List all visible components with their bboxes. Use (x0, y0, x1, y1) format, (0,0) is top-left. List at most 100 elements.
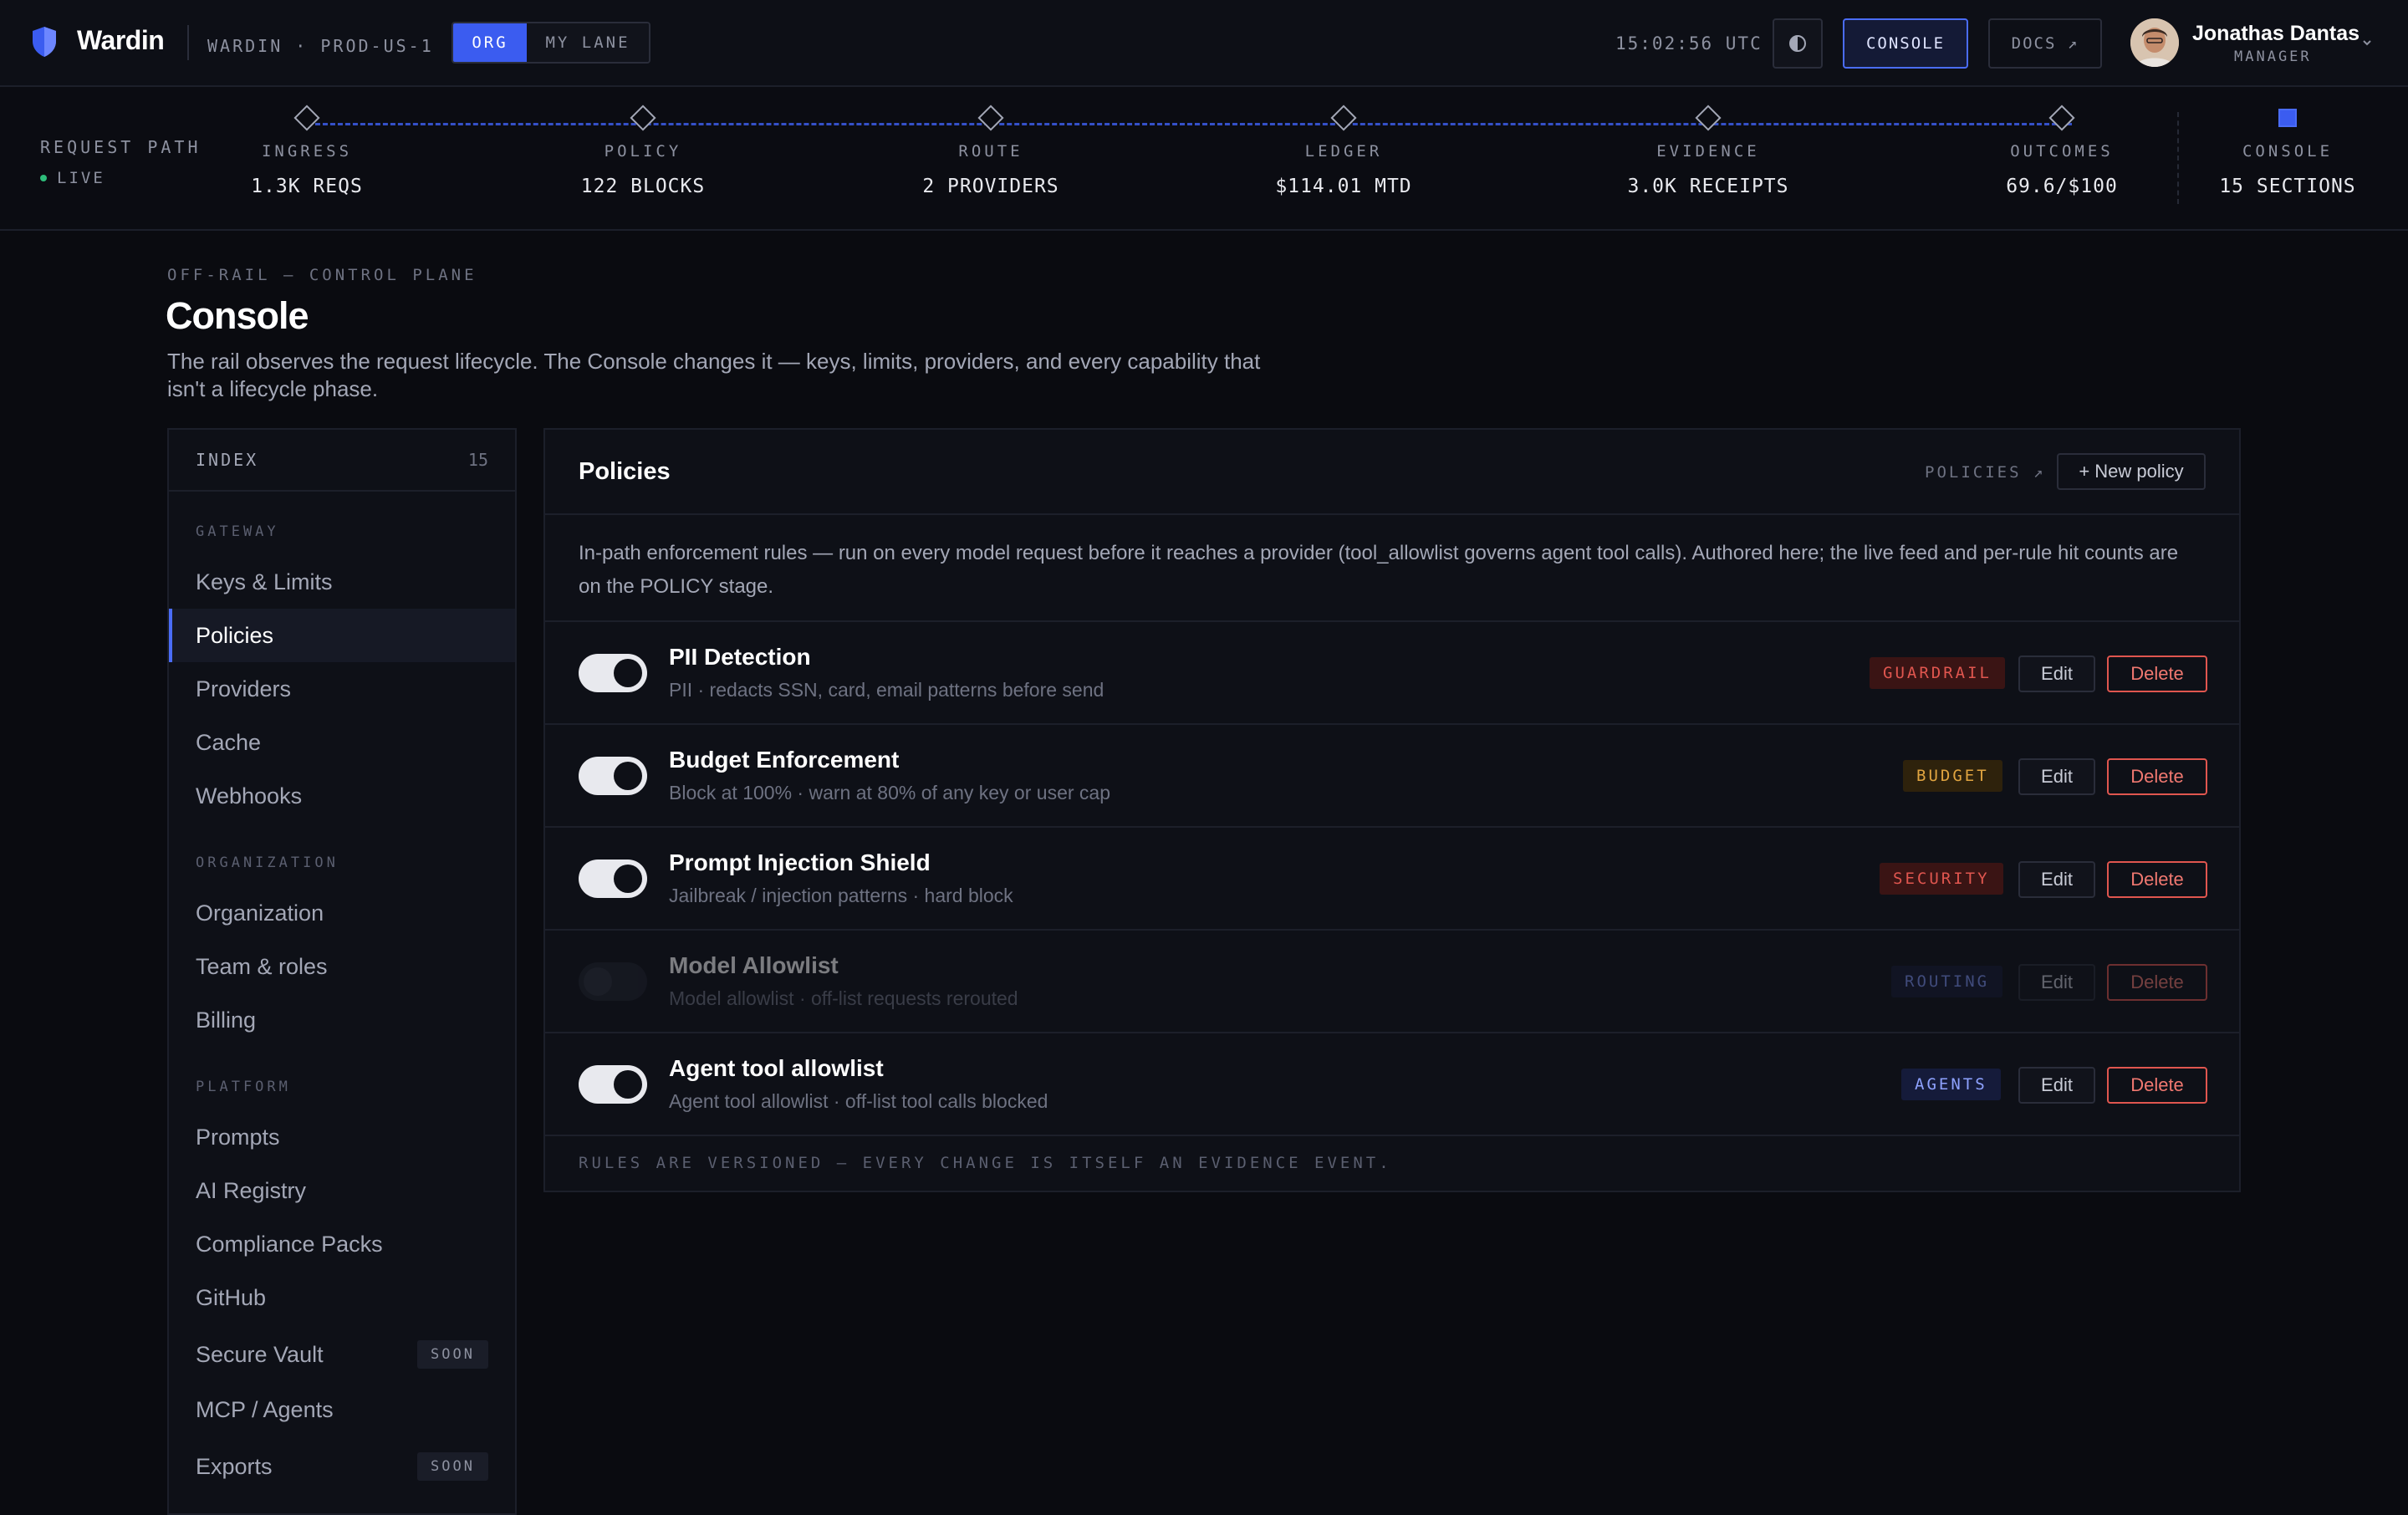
sidebar-item-label: Exports (196, 1453, 273, 1479)
diamond-icon (293, 105, 320, 131)
sidebar-item-keys-limits[interactable]: Keys & Limits (169, 555, 515, 609)
stage-value: 2 PROVIDERS (922, 176, 1059, 197)
stage-value: 69.6/$100 (2006, 176, 2118, 197)
edit-button[interactable]: Edit (2018, 964, 2095, 1001)
request-path-bar: REQUEST PATH LIVE INGRESS 1.3K REQS POLI… (0, 87, 2408, 231)
soon-badge: SOON (417, 1340, 488, 1369)
sidebar-item-github[interactable]: GitHub (169, 1271, 515, 1324)
stage-ingress[interactable]: INGRESS 1.3K REQS (181, 105, 432, 197)
stage-name: POLICY (604, 142, 682, 161)
delete-button[interactable]: Delete (2107, 758, 2207, 795)
group-label-platform: PLATFORM (196, 1079, 291, 1095)
shield-logo-icon (33, 27, 56, 57)
group-label-organization: ORGANIZATION (196, 854, 339, 871)
avatar-image (2130, 18, 2179, 67)
panel-title: Policies (579, 458, 671, 485)
top-bar: Wardin WARDIN · PROD-US-1 ORG MY LANE 15… (0, 0, 2408, 87)
policy-row-pii-detection: PII Detection PII · redacts SSN, card, e… (545, 622, 2239, 725)
live-dot-icon (40, 175, 47, 181)
policy-category-badge: ROUTING (1891, 966, 2003, 997)
sidebar-item-policies[interactable]: Policies (169, 609, 515, 662)
panel-header: Policies POLICIES ↗ + New policy (545, 430, 2239, 515)
policy-category-badge: GUARDRAIL (1870, 657, 2005, 689)
stage-console[interactable]: CONSOLE 15 SECTIONS (2162, 109, 2408, 197)
sidebar-item-compliance-packs[interactable]: Compliance Packs (169, 1217, 515, 1271)
sidebar-item-team-roles[interactable]: Team & roles (169, 940, 515, 993)
utc-clock: 15:02:56 UTC (1615, 33, 1763, 54)
scope-toggle: ORG MY LANE (452, 22, 650, 64)
edit-button[interactable]: Edit (2018, 1067, 2095, 1104)
avatar[interactable] (2130, 18, 2179, 67)
sidebar-item-prompts[interactable]: Prompts (169, 1110, 515, 1164)
sidebar-item-cache[interactable]: Cache (169, 716, 515, 769)
stage-policy[interactable]: POLICY 122 BLOCKS (518, 105, 768, 197)
policy-row-model-allowlist: Model Allowlist Model allowlist · off-li… (545, 931, 2239, 1033)
page-title: Console (166, 294, 309, 337)
sidebar-item-webhooks[interactable]: Webhooks (169, 769, 515, 823)
edit-button[interactable]: Edit (2018, 861, 2095, 898)
environment-label: WARDIN · PROD-US-1 (207, 36, 434, 56)
chevron-down-icon[interactable] (2360, 35, 2375, 50)
docs-button[interactable]: DOCS ↗ (1988, 18, 2102, 69)
sidebar-item-providers[interactable]: Providers (169, 662, 515, 716)
group-label-gateway: GATEWAY (196, 523, 279, 540)
policies-stage-link[interactable]: POLICIES ↗ (1925, 463, 2045, 482)
stage-value: 15 SECTIONS (2219, 176, 2356, 197)
delete-button[interactable]: Delete (2107, 861, 2207, 898)
console-button[interactable]: CONSOLE (1843, 18, 1968, 69)
delete-button[interactable]: Delete (2107, 1067, 2207, 1104)
stage-value: $114.01 MTD (1275, 176, 1412, 197)
policy-enable-toggle[interactable] (579, 654, 647, 692)
request-path-label: REQUEST PATH (40, 137, 202, 157)
sidebar-item-ai-registry[interactable]: AI Registry (169, 1164, 515, 1217)
policy-category-badge: BUDGET (1903, 760, 2002, 792)
sidebar-item-organization[interactable]: Organization (169, 886, 515, 940)
edit-button[interactable]: Edit (2018, 758, 2095, 795)
policy-row-prompt-injection-shield: Prompt Injection Shield Jailbreak / inje… (545, 828, 2239, 931)
new-policy-button[interactable]: + New policy (2057, 453, 2206, 490)
diamond-icon (1330, 105, 1357, 131)
delete-button[interactable]: Delete (2107, 964, 2207, 1001)
stage-evidence[interactable]: EVIDENCE 3.0K RECEIPTS (1583, 105, 1834, 197)
stage-route[interactable]: ROUTE 2 PROVIDERS (865, 105, 1116, 197)
policy-enable-toggle[interactable] (579, 860, 647, 898)
stage-name: INGRESS (261, 142, 353, 161)
stage-outcomes[interactable]: OUTCOMES 69.6/$100 (1936, 105, 2187, 197)
stage-ledger[interactable]: LEDGER $114.01 MTD (1218, 105, 1469, 197)
sidebar-item-mcp-agents[interactable]: MCP / Agents (169, 1383, 515, 1436)
stage-value: 3.0K RECEIPTS (1627, 176, 1789, 197)
policy-enable-toggle[interactable] (579, 757, 647, 795)
edit-button[interactable]: Edit (2018, 655, 2095, 692)
policy-description: Block at 100% · warn at 80% of any key o… (669, 782, 1110, 803)
policy-category-badge: AGENTS (1901, 1069, 2001, 1100)
user-name: Jonathas Dantas (2192, 22, 2360, 45)
policy-enable-toggle[interactable] (579, 962, 647, 1001)
scope-option-my-lane[interactable]: MY LANE (527, 23, 649, 62)
policy-row-agent-tool-allowlist: Agent tool allowlist Agent tool allowlis… (545, 1033, 2239, 1136)
half-moon-icon (1789, 35, 1806, 52)
policy-name: PII Detection (669, 644, 811, 670)
policy-description: Agent tool allowlist · off-list tool cal… (669, 1090, 1048, 1112)
user-role: MANAGER (2234, 48, 2312, 65)
policy-description: PII · redacts SSN, card, email patterns … (669, 679, 1105, 701)
policy-name: Agent tool allowlist (669, 1055, 884, 1081)
diamond-icon (630, 105, 656, 131)
stage-name: EVIDENCE (1656, 142, 1760, 161)
policy-enable-toggle[interactable] (579, 1065, 647, 1104)
stage-name: ROUTE (958, 142, 1023, 161)
brand-name: Wardin (77, 25, 165, 55)
sidebar-item-billing[interactable]: Billing (169, 993, 515, 1047)
policy-name: Budget Enforcement (669, 747, 900, 773)
page-description: The rail observes the request lifecycle.… (167, 349, 1261, 401)
policies-panel: Policies POLICIES ↗ + New policy In-path… (543, 428, 2241, 1192)
policy-description: Jailbreak / injection patterns · hard bl… (669, 885, 1013, 906)
sidebar-item-secure-vault[interactable]: Secure Vault SOON (169, 1328, 515, 1381)
delete-button[interactable]: Delete (2107, 655, 2207, 692)
policy-row-budget-enforcement: Budget Enforcement Block at 100% · warn … (545, 725, 2239, 828)
panel-intro: In-path enforcement rules — run on every… (545, 515, 2239, 622)
scope-option-org[interactable]: ORG (453, 23, 527, 62)
theme-toggle-button[interactable] (1773, 18, 1823, 69)
sidebar-item-exports[interactable]: Exports SOON (169, 1440, 515, 1493)
breadcrumb: OFF-RAIL — CONTROL PLANE (167, 266, 477, 284)
policy-name: Model Allowlist (669, 952, 839, 978)
